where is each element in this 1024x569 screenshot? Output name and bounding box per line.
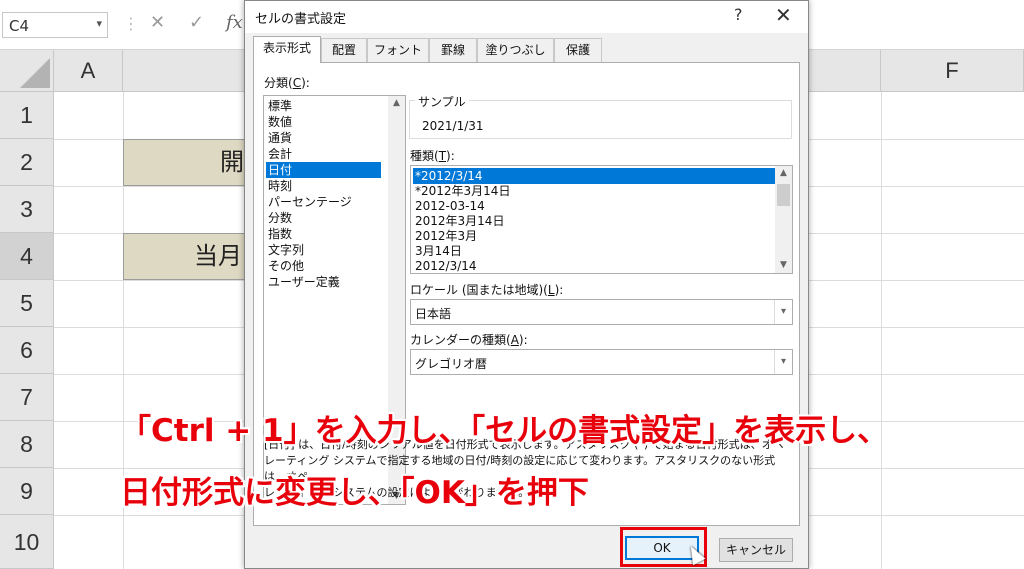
- help-icon[interactable]: ?: [734, 5, 743, 24]
- locale-label: ロケール (国または地域)(L):: [410, 283, 564, 297]
- scroll-up-icon[interactable]: ▲: [775, 166, 792, 181]
- locale-value: 日本語: [415, 307, 452, 321]
- tab-border[interactable]: 罫線: [429, 38, 477, 62]
- gridline: [881, 92, 882, 569]
- annotation-line-1: 「Ctrl + 1」を入力し、「セルの書式設定」を表示し、: [120, 413, 889, 449]
- cancel-button[interactable]: キャンセル: [719, 538, 793, 562]
- category-item-general[interactable]: 標準: [266, 98, 381, 114]
- category-item-currency[interactable]: 通貨: [266, 130, 381, 146]
- category-item-scientific[interactable]: 指数: [266, 226, 381, 242]
- name-box-value: C4: [9, 17, 30, 35]
- category-item-date[interactable]: 日付: [266, 162, 381, 178]
- calendar-select[interactable]: グレゴリオ暦 ▾: [410, 349, 793, 375]
- sample-label: サンプル: [415, 93, 469, 110]
- scroll-down-icon[interactable]: ▼: [775, 258, 792, 273]
- tab-fill[interactable]: 塗りつぶし: [477, 38, 554, 62]
- category-item-special[interactable]: その他: [266, 258, 381, 274]
- category-item-fraction[interactable]: 分数: [266, 210, 381, 226]
- category-item-percentage[interactable]: パーセンテージ: [266, 194, 381, 210]
- cancel-icon[interactable]: ✕: [150, 12, 165, 33]
- dropdown-arrow-icon[interactable]: ▾: [96, 17, 102, 30]
- type-list[interactable]: *2012/3/14 *2012年3月14日 2012-03-14 2012年3…: [410, 165, 793, 274]
- select-all-button[interactable]: [0, 50, 54, 92]
- locale-select[interactable]: 日本語 ▾: [410, 299, 793, 325]
- calendar-label: カレンダーの種類(A):: [410, 333, 528, 347]
- name-box[interactable]: C4 ▾: [2, 12, 108, 38]
- row-header-4[interactable]: 4: [0, 233, 54, 280]
- annotation-line-2: 日付形式に変更し、「OK」を押下: [120, 475, 589, 511]
- scroll-thumb[interactable]: [777, 184, 790, 206]
- type-item[interactable]: 3月14日: [413, 243, 775, 259]
- calendar-value: グレゴリオ暦: [415, 357, 488, 371]
- fx-icon[interactable]: fx: [226, 12, 243, 33]
- row-header-8[interactable]: 8: [0, 421, 54, 468]
- type-item[interactable]: *2012年3月14日: [413, 183, 775, 199]
- category-item-accounting[interactable]: 会計: [266, 146, 381, 162]
- type-label: 種類(T):: [410, 149, 455, 163]
- row-header-7[interactable]: 7: [0, 374, 54, 421]
- category-item-custom[interactable]: ユーザー定義: [266, 274, 381, 290]
- scroll-up-icon[interactable]: ▲: [388, 96, 405, 111]
- category-item-number[interactable]: 数値: [266, 114, 381, 130]
- column-header-e[interactable]: [805, 50, 881, 92]
- close-icon[interactable]: ✕: [775, 3, 792, 27]
- row-header-2[interactable]: 2: [0, 139, 54, 186]
- tab-protection[interactable]: 保護: [554, 38, 602, 62]
- row-header-10[interactable]: 10: [0, 515, 54, 569]
- row-header-3[interactable]: 3: [0, 186, 54, 233]
- column-header-c[interactable]: [123, 50, 248, 92]
- enter-icon[interactable]: ✓: [189, 12, 204, 33]
- category-item-time[interactable]: 時刻: [266, 178, 381, 194]
- type-item[interactable]: *2012/3/14: [413, 168, 775, 184]
- column-header-f[interactable]: F: [881, 50, 1024, 92]
- row-header-9[interactable]: 9: [0, 468, 54, 515]
- cell-c2[interactable]: 開: [123, 139, 248, 186]
- tab-alignment[interactable]: 配置: [321, 38, 367, 62]
- row-header-5[interactable]: 5: [0, 280, 54, 327]
- column-header-a[interactable]: A: [54, 50, 123, 92]
- type-item[interactable]: 2012年3月14日: [413, 213, 775, 229]
- row-header-6[interactable]: 6: [0, 327, 54, 374]
- dialog-title: セルの書式設定: [255, 12, 347, 27]
- row-header-1[interactable]: 1: [0, 92, 54, 139]
- sample-value: 2021/1/31: [422, 119, 484, 133]
- separator-icon: ⋮: [123, 14, 139, 33]
- combo-arrow-icon[interactable]: ▾: [774, 300, 792, 324]
- tab-number[interactable]: 表示形式: [253, 36, 321, 63]
- combo-arrow-icon[interactable]: ▾: [774, 350, 792, 374]
- type-item[interactable]: 2012/3/14: [413, 258, 775, 274]
- type-scrollbar[interactable]: ▲ ▼: [775, 166, 792, 273]
- type-item[interactable]: 2012-03-14: [413, 198, 775, 214]
- select-all-triangle-icon: [20, 58, 50, 88]
- category-item-text[interactable]: 文字列: [266, 242, 381, 258]
- cell-c4[interactable]: 当月: [123, 233, 248, 280]
- dialog-titlebar[interactable]: セルの書式設定 ? ✕: [245, 1, 808, 33]
- type-item[interactable]: 2012年3月: [413, 228, 775, 244]
- category-label: 分類(C):: [264, 76, 310, 90]
- tab-font[interactable]: フォント: [367, 38, 429, 62]
